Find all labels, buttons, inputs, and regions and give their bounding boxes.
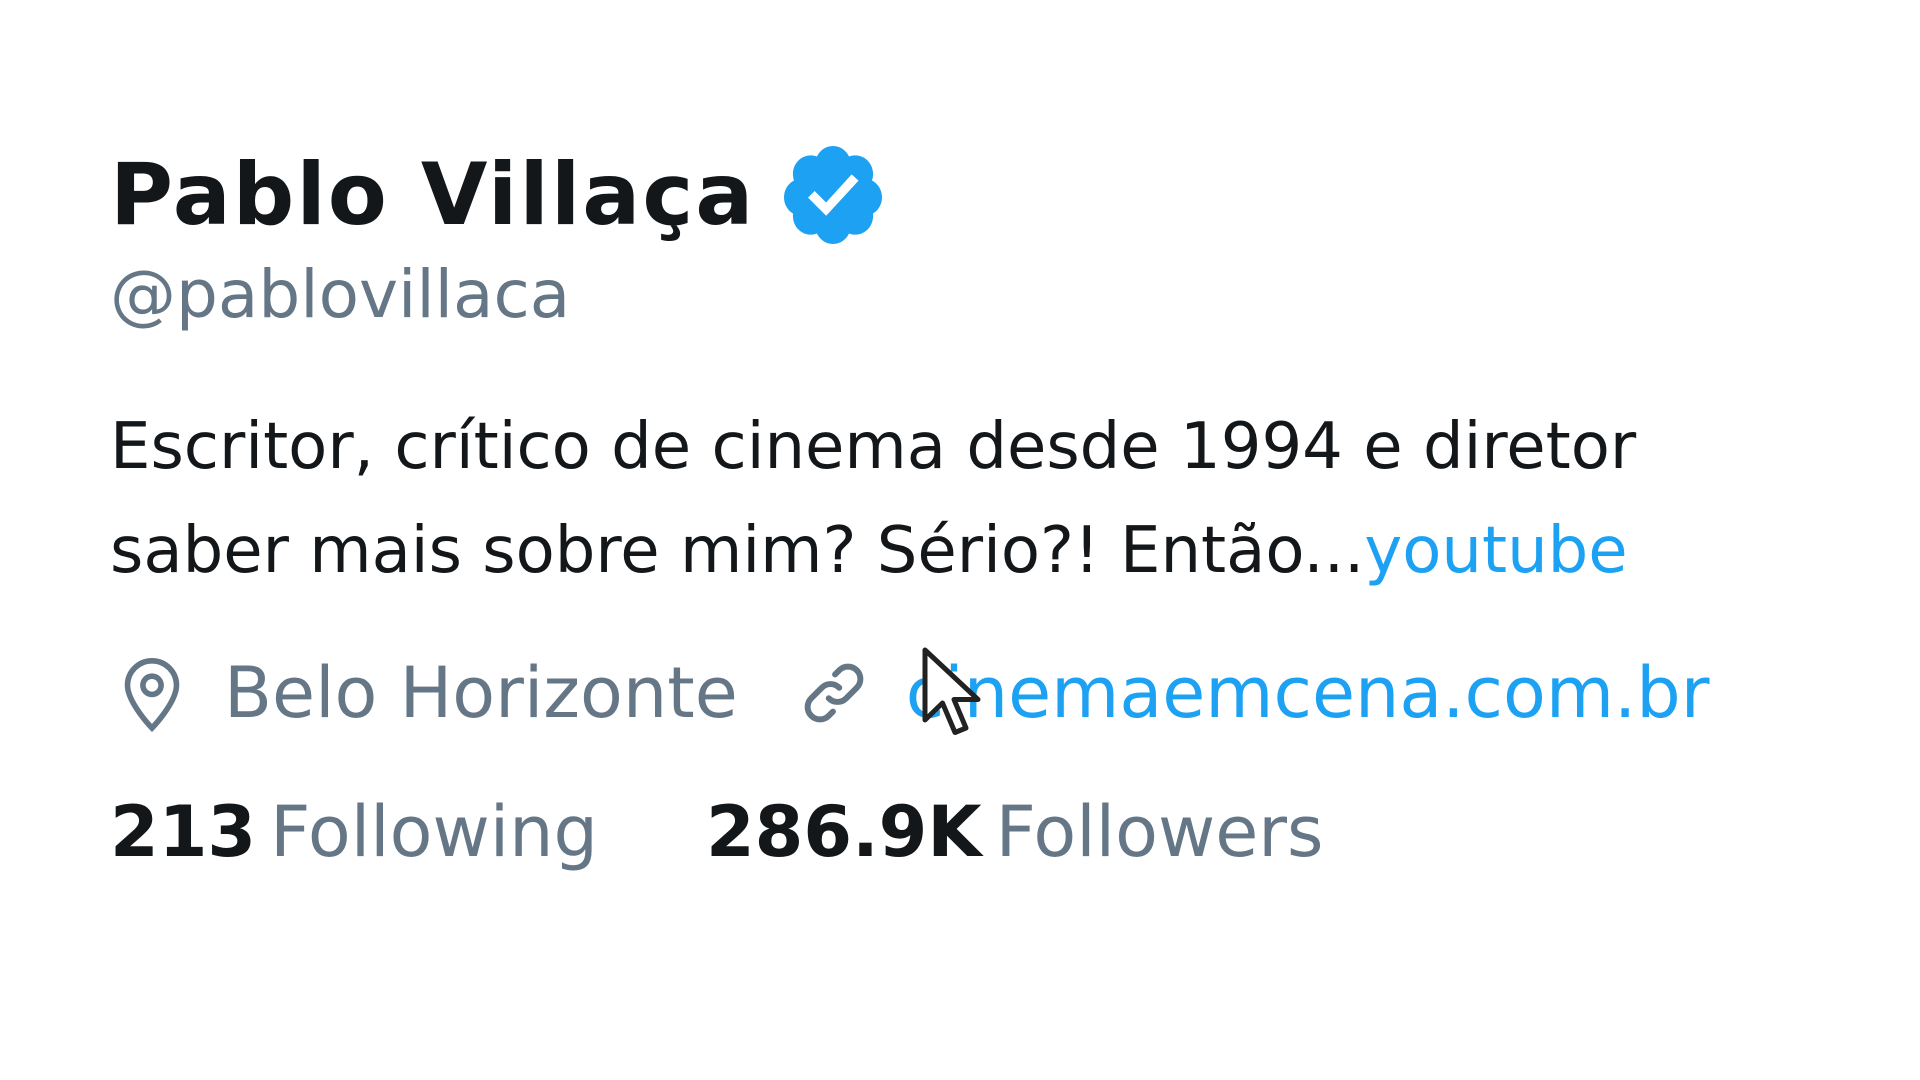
bio-youtube-link[interactable]: youtube — [1364, 514, 1627, 588]
verified-badge-icon — [784, 146, 883, 244]
name-row: Pablo Villaça — [110, 140, 1920, 250]
profile-meta: Belo Horizonte cinemaemcena.com.br — [110, 651, 1920, 735]
followers-label: Followers — [995, 791, 1324, 873]
website-link[interactable]: cinemaemcena.com.br — [906, 652, 1710, 734]
user-handle: @pablovillaca — [110, 256, 571, 333]
display-name: Pablo Villaça — [110, 145, 756, 245]
followers-count: 286.9K — [705, 791, 982, 873]
bio-line-2: saber mais sobre mim? Sério?! Então...yo… — [110, 499, 1920, 603]
bio: Escritor, crítico de cinema desde 1994 e… — [110, 395, 1920, 603]
following-count: 213 — [110, 791, 257, 873]
following-stat[interactable]: 213 Following — [110, 791, 598, 873]
following-label: Following — [270, 791, 598, 873]
profile-header: Pablo Villaça @pablovillaca Escritor, cr… — [110, 140, 1920, 873]
location-pin-icon — [124, 658, 180, 733]
follow-stats: 213 Following 286.9K Followers — [110, 791, 1920, 873]
bio-line-1: Escritor, crítico de cinema desde 1994 e… — [110, 410, 1637, 484]
bio-line-2-text: saber mais sobre mim? Sério?! Então... — [110, 514, 1365, 588]
followers-stat[interactable]: 286.9K Followers — [706, 791, 1324, 873]
mouse-pointer-icon — [922, 647, 981, 735]
location: Belo Horizonte — [110, 651, 738, 735]
link-icon — [804, 663, 864, 723]
location-text: Belo Horizonte — [224, 652, 738, 734]
